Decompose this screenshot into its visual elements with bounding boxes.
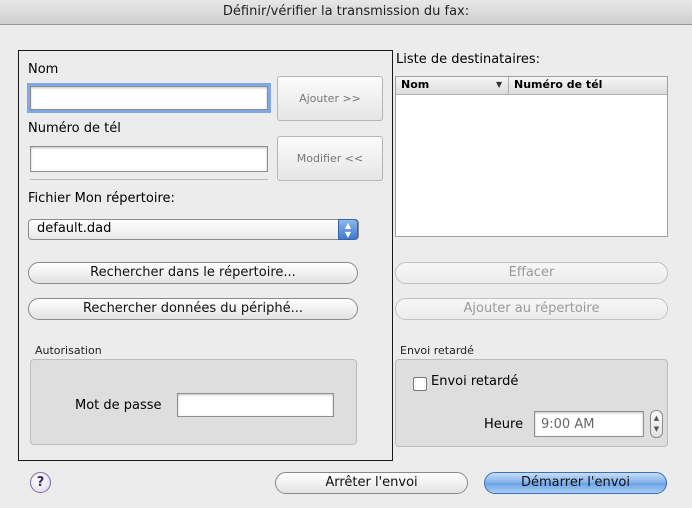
password-label: Mot de passe — [75, 398, 162, 413]
delete-button[interactable]: Effacer — [395, 262, 668, 284]
phone-field[interactable] — [30, 146, 268, 172]
time-label: Heure — [484, 417, 524, 432]
addressbook-select[interactable]: default.dad ▲ ▼ — [28, 219, 359, 240]
add-button[interactable]: Ajouter >> — [277, 76, 383, 121]
addressbook-label: Fichier Mon répertoire: — [28, 191, 175, 206]
sort-down-icon: ▼ — [496, 80, 503, 89]
stop-send-button[interactable]: Arrêter l'envoi — [275, 472, 468, 494]
phone-label: Numéro de tél — [28, 121, 121, 136]
table-header: Nom ▼ Numéro de tél — [396, 77, 667, 95]
window-title: Définir/vérifier la transmission du fax: — [0, 0, 692, 25]
recipients-label: Liste de destinataires: — [396, 52, 541, 67]
phone-input[interactable] — [31, 147, 267, 171]
password-field[interactable] — [177, 393, 334, 417]
fax-dialog: Définir/vérifier la transmission du fax:… — [0, 0, 692, 508]
help-icon: ? — [36, 475, 45, 490]
column-header-name[interactable]: Nom — [401, 78, 429, 91]
name-input[interactable] — [31, 87, 267, 110]
recipients-table[interactable]: Nom ▼ Numéro de tél — [395, 76, 668, 237]
name-field[interactable] — [27, 83, 271, 113]
chevron-updown-icon: ▲ ▼ — [338, 219, 358, 240]
time-stepper[interactable]: ▲ ▼ — [650, 410, 663, 438]
name-label: Nom — [28, 62, 59, 77]
password-input[interactable] — [178, 394, 333, 417]
divider — [30, 179, 268, 180]
delayed-group-label: Envoi retardé — [400, 344, 474, 357]
time-field[interactable] — [534, 411, 644, 437]
search-addressbook-button[interactable]: Rechercher dans le répertoire... — [28, 262, 358, 284]
column-header-phone[interactable]: Numéro de tél — [514, 78, 602, 91]
time-input[interactable] — [535, 412, 643, 436]
addressbook-selected-value: default.dad — [37, 221, 112, 236]
delayed-checkbox-label[interactable]: Envoi retardé — [431, 374, 518, 389]
modify-button[interactable]: Modifier << — [277, 136, 383, 181]
search-device-button[interactable]: Rechercher données du périphé... — [28, 298, 358, 320]
add-to-addressbook-button[interactable]: Ajouter au répertoire — [395, 298, 668, 320]
help-button[interactable]: ? — [30, 472, 51, 493]
column-divider — [508, 77, 509, 94]
auth-group-label: Autorisation — [35, 344, 102, 357]
delayed-checkbox[interactable] — [413, 377, 427, 391]
start-send-button[interactable]: Démarrer l'envoi — [484, 472, 667, 494]
